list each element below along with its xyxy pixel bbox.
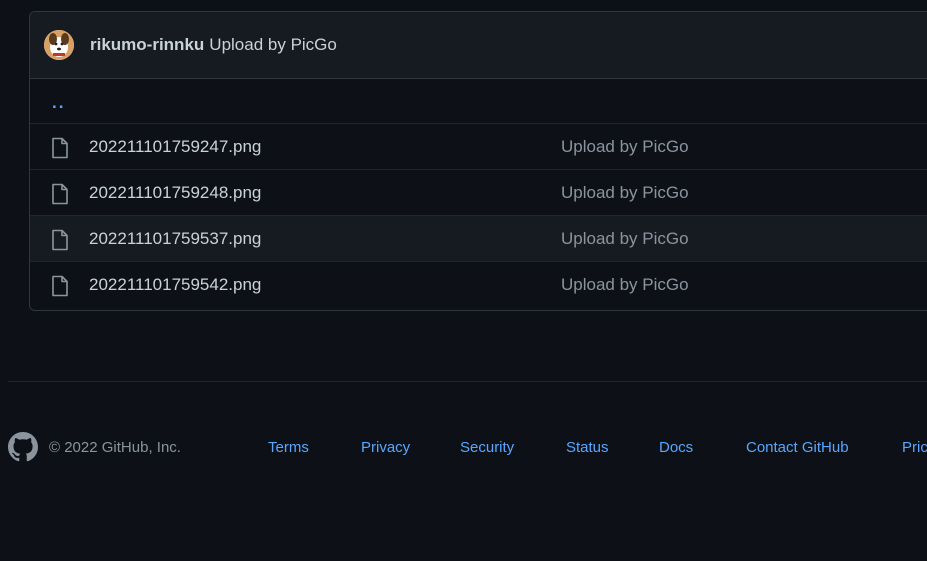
file-icon <box>52 137 68 159</box>
footer-link-security[interactable]: Security <box>460 439 514 456</box>
file-icon <box>52 229 68 251</box>
commit-author-link[interactable]: rikumo-rinnku <box>90 35 204 55</box>
footer-link-contact[interactable]: Contact GitHub <box>746 439 849 456</box>
file-commit-message-link[interactable]: Upload by PicGo <box>561 183 689 203</box>
footer-link-status[interactable]: Status <box>566 439 609 456</box>
file-icon <box>52 275 68 297</box>
file-name-link[interactable]: 202211101759247.png <box>89 137 261 157</box>
avatar-image <box>44 30 74 60</box>
footer-link-terms[interactable]: Terms <box>268 439 309 456</box>
file-row[interactable]: 202211101759247.png Upload by PicGo <box>30 124 927 170</box>
parent-directory-link[interactable]: .. <box>52 93 65 113</box>
parent-directory-row[interactable]: .. <box>30 79 927 124</box>
file-browser: rikumo-rinnku Upload by PicGo .. 2022111… <box>29 11 927 311</box>
github-mark-icon[interactable] <box>8 432 38 462</box>
file-name-link[interactable]: 202211101759537.png <box>89 229 261 249</box>
file-icon <box>52 183 68 205</box>
footer-link-privacy[interactable]: Privacy <box>361 439 410 456</box>
file-name-link[interactable]: 202211101759248.png <box>89 183 261 203</box>
file-row[interactable]: 202211101759537.png Upload by PicGo <box>30 216 927 262</box>
file-row[interactable]: 202211101759248.png Upload by PicGo <box>30 170 927 216</box>
file-name-link[interactable]: 202211101759542.png <box>89 275 261 295</box>
avatar[interactable] <box>44 30 74 60</box>
footer-link-pricing[interactable]: Pric <box>902 439 927 456</box>
latest-commit-header: rikumo-rinnku Upload by PicGo <box>30 12 927 79</box>
file-commit-message-link[interactable]: Upload by PicGo <box>561 275 689 295</box>
commit-message-link[interactable]: Upload by PicGo <box>209 35 337 55</box>
file-commit-message-link[interactable]: Upload by PicGo <box>561 229 689 249</box>
footer-link-docs[interactable]: Docs <box>659 439 693 456</box>
site-footer: © 2022 GitHub, Inc. Terms Privacy Securi… <box>8 432 927 464</box>
copyright-text: © 2022 GitHub, Inc. <box>49 439 181 456</box>
file-commit-message-link[interactable]: Upload by PicGo <box>561 137 689 157</box>
file-row[interactable]: 202211101759542.png Upload by PicGo <box>30 262 927 308</box>
footer-divider <box>8 381 927 382</box>
